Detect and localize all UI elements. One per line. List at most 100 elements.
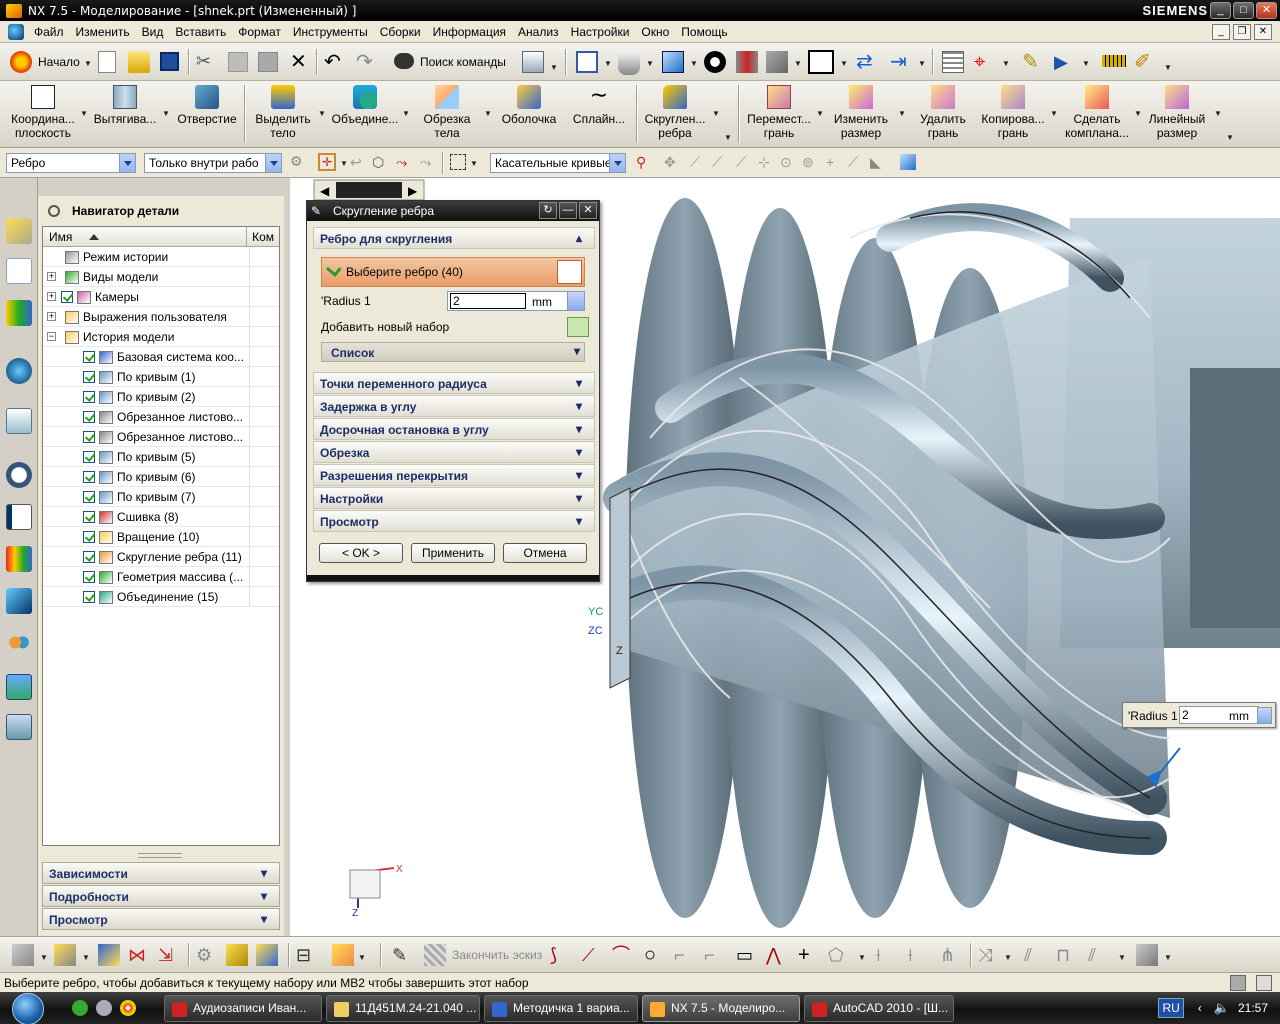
shell-button[interactable]: Оболочка — [496, 83, 562, 126]
tree-node[interactable]: Режим истории — [43, 247, 279, 267]
status-icon[interactable] — [1230, 975, 1246, 991]
render-style-icon[interactable] — [618, 53, 640, 75]
measure-icon[interactable]: ✐ — [1134, 51, 1156, 73]
start-menu-button[interactable]: Начало — [38, 55, 80, 69]
tree-node[interactable]: По кривым (5) — [43, 447, 279, 467]
class-selection-icon[interactable] — [942, 51, 964, 73]
expand-node-icon[interactable]: + — [47, 292, 56, 301]
cancel-button[interactable]: Отмена — [503, 543, 587, 563]
explode-icon[interactable]: ⇲ — [158, 944, 180, 966]
radius-options-button[interactable] — [567, 292, 584, 310]
finish-sketch-button[interactable]: Закончить эскиз — [452, 948, 542, 962]
rectangle-select-icon[interactable] — [450, 154, 466, 170]
make-coplanar-button[interactable]: Сделать компланa... — [1062, 83, 1132, 140]
dialog-group-1[interactable]: Задержка в углу ▾ — [313, 395, 595, 417]
system-scenes-icon[interactable] — [6, 674, 32, 700]
clock[interactable]: 21:57 — [1238, 1001, 1268, 1015]
tree-node[interactable]: Скругление ребра (11) — [43, 547, 279, 567]
paste-icon[interactable] — [258, 52, 278, 72]
background-icon[interactable] — [766, 51, 788, 73]
menu-window[interactable]: Окно — [635, 25, 675, 39]
assembly-navigator-icon[interactable] — [6, 218, 32, 244]
tree-node[interactable]: + Камеры — [43, 287, 279, 307]
splitter-handle[interactable] — [138, 853, 182, 858]
mdi-minimize-button[interactable]: _ — [1212, 24, 1230, 40]
process-studio-icon[interactable] — [6, 588, 32, 614]
dialog-title-bar[interactable]: ✎ Скругление ребра ↻ — ✕ — [307, 201, 599, 221]
visibility-checkbox[interactable] — [83, 551, 95, 563]
fillet-icon[interactable]: ⌐ — [674, 944, 696, 966]
extract-body-button[interactable]: Выделить тело — [250, 83, 316, 140]
comment-column-header[interactable]: Ком — [247, 227, 279, 246]
visibility-checkbox[interactable] — [83, 571, 95, 583]
tree-node[interactable]: Объединение (15) — [43, 587, 279, 607]
delete-face-button[interactable]: Удалить грань — [910, 83, 976, 140]
curve-selection-icon[interactable]: ⚲ — [636, 154, 654, 172]
spline-button[interactable]: ∼ Сплайн... — [566, 83, 632, 127]
menu-information[interactable]: Информация — [427, 25, 512, 39]
measure-distance-icon[interactable] — [1102, 55, 1126, 67]
dependencies-panel[interactable]: Зависимости ▾ — [42, 862, 280, 884]
visibility-checkbox[interactable] — [83, 511, 95, 523]
tooltip-radius-value[interactable]: 2 — [1182, 708, 1189, 722]
visibility-checkbox[interactable] — [83, 491, 95, 503]
edge-cube-icon[interactable] — [557, 260, 582, 284]
expand-node-icon[interactable]: + — [47, 312, 56, 321]
fit-view-icon[interactable] — [576, 51, 598, 73]
linear-dimension-button[interactable]: Линейный размер — [1144, 83, 1210, 140]
point-icon[interactable]: + — [798, 944, 820, 966]
dialog-group-5[interactable]: Настройки ▾ — [313, 487, 595, 509]
sketch-icon[interactable] — [12, 944, 34, 966]
view-history-arrows[interactable]: ◀ ▶ — [313, 179, 425, 201]
quick-trim-icon[interactable]: ⟊ — [876, 944, 898, 966]
select-edge-row[interactable]: Выберите ребро (40) — [321, 257, 585, 287]
hd3d-tools-icon[interactable] — [6, 358, 32, 384]
hole-button[interactable]: Отверстие — [174, 83, 240, 126]
part-navigator-icon[interactable] — [6, 258, 32, 284]
sketch-settings-icon[interactable] — [1136, 944, 1158, 966]
web-browser-icon[interactable] — [6, 408, 32, 434]
pin-icon[interactable] — [48, 205, 60, 217]
snap-intersection-icon[interactable]: ⟋ — [736, 154, 754, 172]
constraints-icon[interactable]: ⤨ — [978, 944, 1000, 966]
section-view-icon[interactable] — [736, 51, 758, 73]
mate-icon[interactable]: ⋈ — [128, 944, 150, 966]
dialog-group-6[interactable]: Просмотр ▾ — [313, 510, 595, 532]
move-object-icon[interactable]: ⇥ — [890, 51, 912, 73]
menu-analysis[interactable]: Анализ — [512, 25, 565, 39]
history-icon[interactable] — [6, 462, 32, 488]
command-finder-button[interactable]: Поиск команды — [420, 55, 506, 69]
status-icon-2[interactable] — [1256, 975, 1272, 991]
snap-control-icon[interactable]: ⟋ — [712, 154, 730, 172]
arc-icon[interactable]: ⌒ — [612, 944, 634, 966]
selection-body-icon[interactable] — [900, 154, 916, 170]
menu-help[interactable]: Помощь — [675, 25, 733, 39]
minimize-window-button[interactable]: _ — [1210, 2, 1231, 19]
rectangle-icon[interactable]: ▭ — [736, 944, 758, 966]
quicklaunch-utorrent-icon[interactable] — [72, 1000, 88, 1016]
analysis-icon[interactable]: ✎ — [1022, 51, 1044, 73]
tree-node[interactable]: + Виды модели — [43, 267, 279, 287]
preview-panel[interactable]: Просмотр ▾ — [42, 908, 280, 930]
mdi-close-button[interactable]: ✕ — [1254, 24, 1272, 40]
menu-tools[interactable]: Инструменты — [287, 25, 374, 39]
snap-icon[interactable]: ⤳ — [396, 154, 414, 172]
dimension-icon[interactable]: ⫽ — [1088, 944, 1110, 966]
snap-on-face-icon[interactable]: ⟋ — [848, 154, 866, 172]
visibility-checkbox[interactable] — [83, 451, 95, 463]
new-file-icon[interactable] — [98, 51, 116, 73]
visibility-checkbox[interactable] — [61, 291, 73, 303]
wave-link-icon[interactable]: ⚙ — [290, 153, 308, 171]
maximize-window-button[interactable]: □ — [1233, 2, 1254, 19]
datum-plane-button[interactable]: Координа... плоскость — [8, 83, 78, 140]
constraint-icon[interactable]: ⚙ — [196, 944, 218, 966]
tree-node[interactable]: Вращение (10) — [43, 527, 279, 547]
undo-icon[interactable]: ↶ — [324, 51, 346, 73]
cut-icon[interactable]: ✂ — [196, 51, 218, 73]
line-icon[interactable]: ⟋ — [582, 944, 604, 966]
scope-filter-select[interactable]: Только внутри рабо — [144, 153, 282, 173]
extrude-button[interactable]: Вытягива... — [92, 83, 158, 126]
details-panel[interactable]: Подробности ▾ — [42, 885, 280, 907]
menu-assemblies[interactable]: Сборки — [374, 25, 427, 39]
tray-expand-icon[interactable]: ‹ — [1198, 1001, 1202, 1015]
